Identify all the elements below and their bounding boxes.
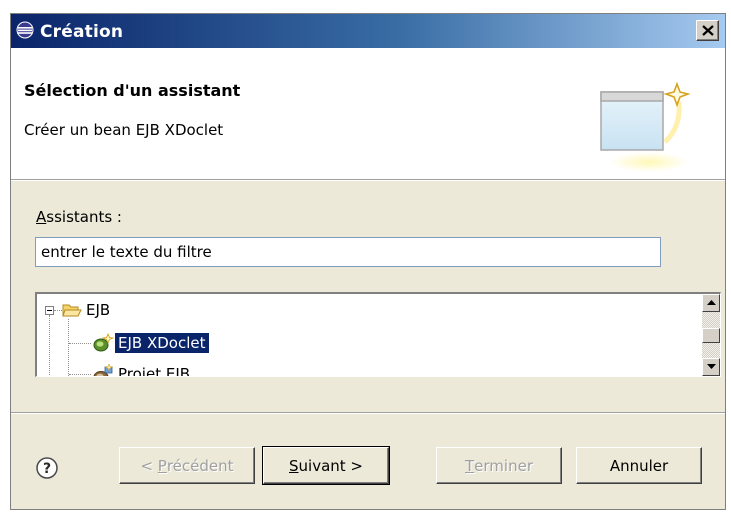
close-icon	[702, 25, 714, 36]
eclipse-icon	[16, 21, 34, 43]
ejb-bean-icon	[92, 332, 115, 357]
help-button[interactable]: ?	[35, 456, 59, 484]
wizard-header: Sélection d'un assistant Créer un bean E…	[11, 48, 725, 179]
previous-button-label: récédent	[166, 456, 234, 475]
collapse-toggle[interactable]	[45, 306, 54, 315]
header-separator-highlight	[11, 180, 725, 181]
page-description: Créer un bean EJB XDoclet	[24, 121, 224, 139]
tree-content: EJB EJB XDoclet Projet EJB	[37, 294, 702, 376]
close-button[interactable]	[696, 20, 719, 41]
scroll-up-button[interactable]	[702, 294, 720, 312]
previous-button-mnemonic: P	[157, 456, 167, 475]
cancel-button[interactable]: Annuler	[576, 447, 702, 484]
tree-folder-label[interactable]: EJB	[83, 300, 113, 320]
scroll-thumb[interactable]	[702, 328, 720, 343]
tree-guide-line	[54, 310, 62, 311]
page-title: Sélection d'un assistant	[24, 81, 241, 100]
tree-scrollbar[interactable]	[702, 294, 720, 376]
title-bar[interactable]: Création	[11, 14, 725, 48]
tree-guide-line	[69, 343, 91, 344]
tree-guide-line	[49, 315, 50, 376]
next-button-mnemonic: S	[289, 456, 299, 475]
tree-guide-line	[69, 374, 91, 375]
tree-item-ejb-xdoclet[interactable]: EJB XDoclet	[114, 332, 210, 354]
ejb-project-icon	[92, 363, 114, 376]
tree-item-projet-ejb[interactable]: Projet EJB	[115, 364, 193, 376]
wizard-dialog: Création Sélection d'un assistant Créer …	[10, 13, 726, 510]
footer-separator-highlight	[11, 413, 725, 414]
finish-button-label: erminer	[474, 456, 533, 475]
assistants-label-mnemonic: A	[36, 208, 47, 226]
wizard-tree[interactable]: EJB EJB XDoclet Projet EJB	[35, 292, 721, 377]
help-icon: ?	[36, 457, 58, 479]
next-button-label: uivant >	[298, 456, 363, 475]
arrow-down-icon	[707, 364, 716, 369]
filter-input[interactable]	[35, 237, 661, 267]
scroll-down-button[interactable]	[702, 358, 720, 376]
wizard-banner-icon	[589, 72, 699, 176]
previous-button-prefix: <	[140, 456, 158, 475]
finish-button[interactable]: Terminer	[436, 447, 562, 484]
svg-text:?: ?	[43, 461, 51, 477]
next-button[interactable]: Suivant >	[262, 446, 390, 485]
finish-button-mnemonic: T	[465, 456, 475, 475]
folder-open-icon	[62, 301, 82, 323]
tree-guide-line	[68, 319, 69, 376]
previous-button[interactable]: < Précédent	[119, 447, 255, 484]
arrow-up-icon	[707, 300, 716, 305]
window-title: Création	[40, 22, 124, 42]
assistants-label-text: ssistants :	[46, 208, 122, 226]
assistants-label: Assistants :	[36, 208, 122, 226]
